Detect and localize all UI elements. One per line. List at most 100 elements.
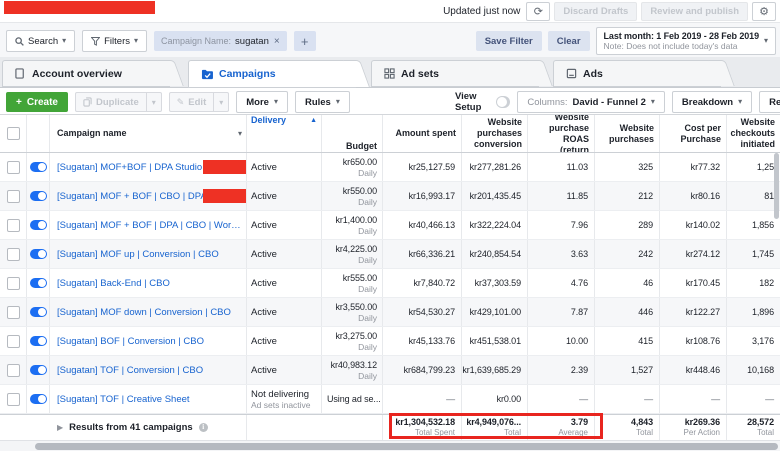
filter-bar-right: Save Filter Clear Last month: 1 Feb 2019… <box>476 27 776 55</box>
filters-button[interactable]: Filters ▾ <box>82 30 147 52</box>
purchases-conversion-cell: kr240,854.54 <box>462 240 528 268</box>
column-header-website-purchases[interactable]: Website purchases <box>595 115 660 152</box>
duplicate-dropdown-button[interactable]: ▾ <box>147 92 162 112</box>
select-all-checkbox[interactable] <box>7 127 20 140</box>
website-purchases-cell: 46 <box>595 269 660 297</box>
row-checkbox[interactable] <box>7 335 20 348</box>
tab-campaigns[interactable]: Campaigns <box>188 60 356 88</box>
campaign-active-toggle[interactable] <box>30 365 47 375</box>
cost-per-purchase-cell: kr77.32 <box>660 153 727 181</box>
campaign-name-link[interactable]: [Sugatan] BOF | Conversion | CBO <box>57 336 204 347</box>
row-checkbox[interactable] <box>7 364 20 377</box>
rules-button[interactable]: Rules ▾ <box>295 91 350 113</box>
campaign-active-toggle[interactable] <box>30 307 47 317</box>
campaign-name-link[interactable]: [Sugatan] MOF up | Conversion | CBO <box>57 249 219 260</box>
campaign-active-toggle[interactable] <box>30 220 47 230</box>
edit-button-group: ✎ Edit ▾ <box>169 92 230 112</box>
remove-filter-icon[interactable]: × <box>274 36 280 47</box>
column-header-budget[interactable]: Budget <box>322 115 383 152</box>
ads-manager-app: Updated just now ⟳ Discard Drafts Review… <box>0 0 780 451</box>
table-row: [Sugatan] MOF down | Conversion | CBO Ac… <box>0 298 780 327</box>
save-filter-button[interactable]: Save Filter <box>476 31 542 51</box>
campaign-active-toggle[interactable] <box>30 191 47 201</box>
view-setup-toggle[interactable] <box>496 96 511 108</box>
campaign-active-toggle[interactable] <box>30 249 47 259</box>
purchases-conversion-cell: kr0.00 <box>462 385 528 413</box>
campaign-active-toggle[interactable] <box>30 278 47 288</box>
budget-cell: Using ad se... <box>322 385 383 413</box>
clear-filter-button[interactable]: Clear <box>548 31 590 51</box>
columns-button[interactable]: Columns: David - Funnel 2 ▾ <box>517 91 665 113</box>
horizontal-scrollbar[interactable] <box>35 443 778 450</box>
results-summary[interactable]: ▶ Results from 41 campaigns i <box>0 415 247 440</box>
account-overview-icon <box>15 68 26 79</box>
delivery-cell: Not deliveringAd sets inactive <box>247 385 322 413</box>
more-button[interactable]: More ▾ <box>236 91 288 113</box>
column-header-checkouts-initiated[interactable]: Website checkouts initiated <box>727 115 780 152</box>
column-header-amount-spent[interactable]: Amount spent <box>383 115 462 152</box>
column-header-campaign-name[interactable]: Campaign name ▾ <box>50 115 247 152</box>
column-header-delivery[interactable]: Delivery ▲ <box>247 115 322 152</box>
purchases-conversion-cell: kr37,303.59 <box>462 269 528 297</box>
website-purchases-cell: 242 <box>595 240 660 268</box>
breakdown-button[interactable]: Breakdown ▾ <box>672 91 752 113</box>
edit-dropdown-button[interactable]: ▾ <box>214 92 229 112</box>
column-header-purchase-roas[interactable]: Website purchase ROAS (return <box>528 115 595 152</box>
campaign-name-link[interactable]: [Sugatan] Back-End | CBO <box>57 278 170 289</box>
cost-per-purchase-cell: kr274.12 <box>660 240 727 268</box>
campaign-active-toggle[interactable] <box>30 162 47 172</box>
top-bar: Updated just now ⟳ Discard Drafts Review… <box>0 0 780 23</box>
column-header-cost-per-purchase[interactable]: Cost per Purchase <box>660 115 727 152</box>
campaign-name-link[interactable]: [Sugatan] TOF | Conversion | CBO <box>57 365 203 376</box>
budget-cell: kr555.00Daily <box>322 269 383 297</box>
gear-icon: ⚙ <box>759 5 769 18</box>
review-and-publish-button[interactable]: Review and publish <box>641 2 748 21</box>
total-cost-per-purchase: kr269.36Per Action <box>660 415 727 440</box>
date-range-picker[interactable]: Last month: 1 Feb 2019 - 28 Feb 2019 Not… <box>596 27 776 55</box>
tab-ads[interactable]: Ads <box>553 60 721 87</box>
campaign-name-link[interactable]: [Sugatan] TOF | Creative Sheet <box>57 394 190 405</box>
row-checkbox[interactable] <box>7 190 20 203</box>
campaign-active-toggle[interactable] <box>30 336 47 346</box>
filter-chip-campaign-name[interactable]: Campaign Name: sugatan × <box>154 31 287 51</box>
table-row: [Sugatan] MOF+BOF | DPA Studio | CBO | A… <box>0 153 780 182</box>
checkouts-initiated-cell: 3,176 <box>727 327 780 355</box>
budget-cell: kr40,983.12Daily <box>322 356 383 384</box>
row-checkbox[interactable] <box>7 306 20 319</box>
discard-drafts-button[interactable]: Discard Drafts <box>554 2 637 21</box>
website-purchases-cell: 212 <box>595 182 660 210</box>
search-button[interactable]: Search ▾ <box>6 30 75 52</box>
date-range-note: Note: Does not include today's data <box>604 41 759 51</box>
column-header-purchases-conversion[interactable]: Website purchases conversion <box>462 115 528 152</box>
vertical-scrollbar[interactable] <box>774 153 779 219</box>
tab-account-overview[interactable]: Account overview <box>2 60 170 87</box>
budget-cell: kr550.00Daily <box>322 182 383 210</box>
amount-spent-cell: — <box>383 385 462 413</box>
row-checkbox[interactable] <box>7 248 20 261</box>
total-amount-spent: kr1,304,532.18Total Spent <box>383 415 462 440</box>
row-checkbox[interactable] <box>7 161 20 174</box>
date-range-value: Last month: 1 Feb 2019 - 28 Feb 2019 <box>604 31 759 41</box>
reports-button[interactable]: Reports ▾ <box>759 91 780 113</box>
row-checkbox[interactable] <box>7 219 20 232</box>
purchases-conversion-cell: kr429,101.00 <box>462 298 528 326</box>
cost-per-purchase-cell: kr170.45 <box>660 269 727 297</box>
campaign-name-link[interactable]: [Sugatan] MOF down | Conversion | CBO <box>57 307 231 318</box>
row-checkbox[interactable] <box>7 393 20 406</box>
campaign-name-link[interactable]: [Sugatan] MOF + BOF | DPA | CBO | Worldw… <box>57 220 242 231</box>
duplicate-button[interactable]: Duplicate <box>75 92 147 112</box>
campaign-active-toggle[interactable] <box>30 394 47 404</box>
purchases-conversion-cell: kr322,224.04 <box>462 211 528 239</box>
total-purchases-conversion: kr4,949,076...Total <box>462 415 528 440</box>
delivery-cell: Active <box>247 182 322 210</box>
tab-ad-sets[interactable]: Ad sets <box>371 60 539 87</box>
edit-button[interactable]: ✎ Edit <box>169 92 215 112</box>
add-filter-button[interactable]: + <box>294 31 316 51</box>
checkouts-initiated-cell: — <box>727 385 780 413</box>
settings-button[interactable]: ⚙ <box>752 2 776 21</box>
website-purchases-cell: 415 <box>595 327 660 355</box>
refresh-button[interactable]: ⟳ <box>526 2 550 21</box>
row-checkbox[interactable] <box>7 277 20 290</box>
create-button[interactable]: + Create <box>6 92 68 112</box>
amount-spent-cell: kr16,993.17 <box>383 182 462 210</box>
